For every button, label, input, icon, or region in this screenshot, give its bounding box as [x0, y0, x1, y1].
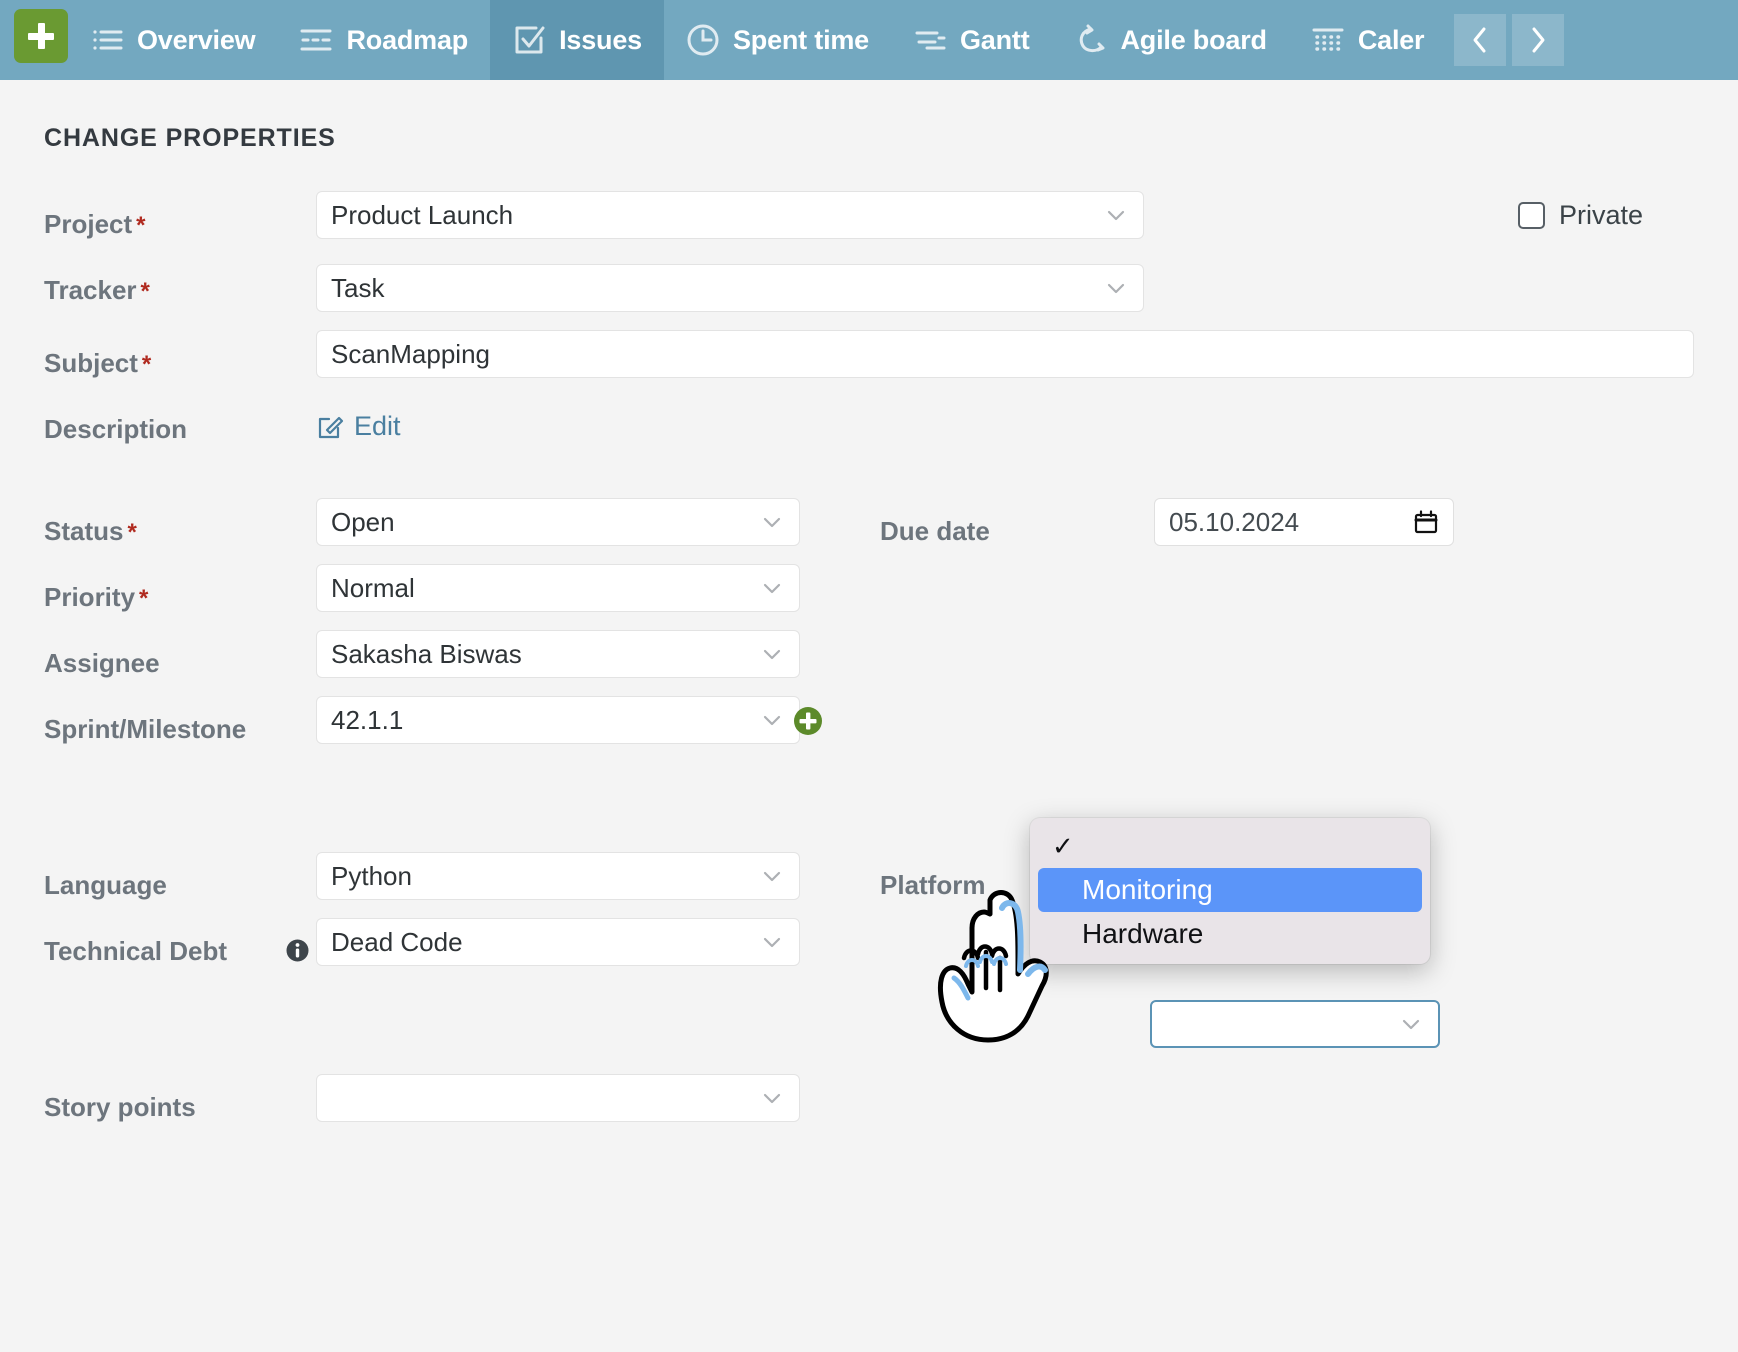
nav-label: Roadmap [346, 24, 469, 55]
info-icon[interactable] [285, 938, 310, 963]
dropdown-option-label: Hardware [1082, 918, 1204, 949]
private-checkbox[interactable] [1518, 202, 1545, 229]
due-date-value: 05.10.2024 [1169, 506, 1300, 537]
chevron-down-icon [759, 863, 785, 889]
dropdown-option-monitoring[interactable]: Monitoring [1038, 868, 1422, 912]
sprint-milestone-label: Sprint/Milestone [44, 714, 247, 744]
private-checkbox-row[interactable]: Private [1518, 200, 1643, 231]
nav-label: Issues [559, 24, 642, 55]
plus-icon [28, 23, 54, 49]
chevron-down-icon [759, 575, 785, 601]
roadmap-icon [299, 23, 333, 57]
project-select[interactable]: Product Launch [316, 191, 1144, 239]
description-label: Description [44, 414, 188, 444]
status-label: Status * [44, 516, 137, 546]
nav-item-spent-time[interactable]: Spent time [664, 0, 891, 80]
nav-pagination-arrows [1454, 0, 1565, 80]
subject-input[interactable]: ScanMapping [316, 330, 1694, 378]
gantt-icon [913, 23, 947, 57]
assignee-value: Sakasha Biswas [331, 638, 522, 669]
chevron-down-icon [759, 509, 785, 535]
nav-prev-button[interactable] [1454, 14, 1507, 66]
top-navigation-bar: Overview Roadmap Issues Spent time Gantt… [0, 0, 1738, 80]
chevron-down-icon [759, 707, 785, 733]
nav-label: Agile board [1120, 24, 1268, 55]
dropdown-option-hardware[interactable]: Hardware [1038, 912, 1422, 956]
platform-label: Platform [880, 870, 986, 900]
chevron-down-icon [1103, 202, 1129, 228]
page-title: CHANGE PROPERTIES [44, 124, 336, 152]
calendar-grid-icon [1311, 23, 1345, 57]
priority-label: Priority * [44, 582, 149, 612]
project-value: Product Launch [331, 199, 514, 230]
chevron-down-icon [759, 929, 785, 955]
nav-label: Overview [137, 24, 256, 55]
chevron-down-icon [759, 1085, 785, 1111]
status-select[interactable]: Open [316, 498, 800, 546]
assignee-label: Assignee [44, 648, 160, 678]
status-value: Open [331, 506, 395, 537]
private-label: Private [1559, 200, 1644, 230]
nav-item-roadmap[interactable]: Roadmap [277, 0, 490, 80]
nav-item-overview[interactable]: Overview [68, 0, 277, 80]
clock-icon [686, 23, 720, 57]
technical-debt-value: Dead Code [331, 926, 463, 957]
tracker-label: Tracker * [44, 275, 150, 305]
platform-select[interactable] [1150, 1000, 1440, 1048]
nav-item-gantt[interactable]: Gantt [891, 0, 1052, 80]
technical-debt-select[interactable]: Dead Code [316, 918, 800, 966]
add-new-button[interactable] [14, 9, 68, 63]
priority-value: Normal [331, 572, 415, 603]
priority-select[interactable]: Normal [316, 564, 800, 612]
nav-item-agile-board[interactable]: Agile board [1052, 0, 1289, 80]
calendar-icon[interactable] [1413, 509, 1439, 535]
story-points-label: Story points [44, 1092, 196, 1122]
nav-item-calendar[interactable]: Caler [1289, 0, 1447, 80]
dropdown-option-label: Monitoring [1082, 874, 1213, 905]
check-icon: ✓ [1052, 831, 1074, 861]
due-date-label: Due date [880, 516, 990, 546]
list-icon [90, 23, 124, 57]
project-label: Project * [44, 209, 146, 239]
sprint-milestone-value: 42.1.1 [331, 704, 404, 735]
chevron-down-icon [1398, 1011, 1424, 1037]
dropdown-option-empty[interactable]: ✓ [1038, 824, 1422, 868]
add-milestone-button[interactable] [793, 706, 823, 736]
nav-label: Caler [1357, 24, 1425, 55]
nav-next-button[interactable] [1512, 14, 1565, 66]
story-points-select[interactable] [316, 1074, 800, 1122]
language-select[interactable]: Python [316, 852, 800, 900]
language-label: Language [44, 870, 167, 900]
chevron-down-icon [759, 641, 785, 667]
assignee-select[interactable]: Sakasha Biswas [316, 630, 800, 678]
nav-label: Gantt [960, 24, 1030, 55]
due-date-input[interactable]: 05.10.2024 [1154, 498, 1454, 546]
refresh-cycle-icon [1074, 23, 1108, 57]
sprint-milestone-select[interactable]: 42.1.1 [316, 696, 800, 744]
nav-item-issues[interactable]: Issues [490, 0, 664, 80]
tracker-value: Task [331, 272, 385, 303]
language-value: Python [331, 860, 412, 891]
technical-debt-label: Technical Debt [44, 936, 228, 966]
subject-value: ScanMapping [331, 338, 490, 369]
edit-pencil-icon [316, 413, 344, 441]
subject-label: Subject * [44, 348, 152, 378]
tracker-select[interactable]: Task [316, 264, 1144, 312]
description-edit-link[interactable]: Edit [316, 411, 401, 442]
edit-label: Edit [354, 411, 401, 441]
nav-label: Spent time [732, 24, 869, 55]
change-properties-form: CHANGE PROPERTIES Project * Product Launc… [0, 80, 1738, 1352]
checkbox-list-icon [512, 23, 546, 57]
chevron-down-icon [1103, 275, 1129, 301]
platform-dropdown-menu[interactable]: ✓ Monitoring Hardware [1030, 818, 1430, 964]
